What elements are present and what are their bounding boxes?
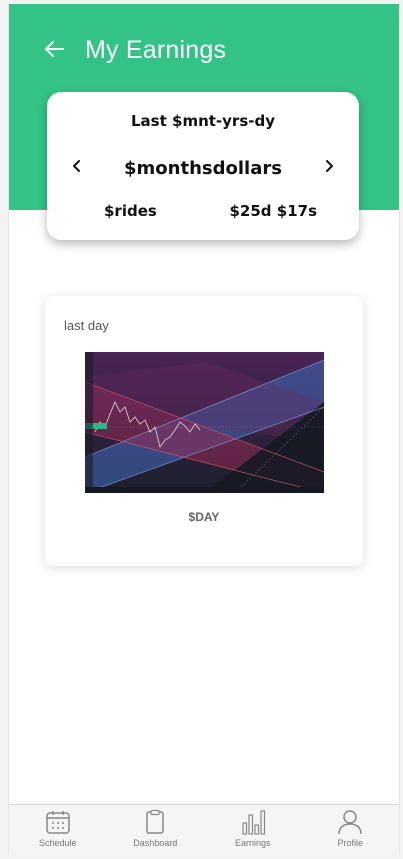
clipboard-icon [146, 809, 164, 834]
drive-duration: $25d $17s [229, 202, 317, 220]
tab-label: Earnings [234, 838, 271, 848]
back-button[interactable] [39, 34, 69, 64]
earnings-amount: $monthsdollars [124, 158, 282, 179]
last-day-card[interactable]: last day $DAY [45, 296, 363, 566]
tab-label: Dashboard [133, 838, 178, 848]
earnings-summary-card: Last $mnt-yrs-dy $monthsdollars $rides $… [47, 92, 359, 240]
calendar-icon [46, 811, 70, 834]
tab-dashboard[interactable]: Dashboard [107, 805, 205, 855]
tab-schedule[interactable]: Schedule [9, 805, 107, 855]
bottom-tab-bar: Schedule Dashboard Earnings Profile [9, 804, 399, 855]
chevron-right-icon [326, 160, 333, 172]
period-label: Last $mnt-yrs-dy [131, 112, 275, 130]
app-screen: My Earnings Last $mnt-yrs-dy $monthsdoll… [8, 4, 400, 855]
rides-count: $rides [104, 202, 157, 220]
tab-earnings[interactable]: Earnings [204, 805, 302, 855]
trading-chart-thumbnail [85, 352, 324, 493]
next-period-button[interactable] [317, 154, 341, 178]
bar-chart-icon [242, 810, 265, 835]
day-earnings: $DAY [188, 510, 220, 524]
page-title: My Earnings [85, 36, 227, 64]
arrow-left-icon [45, 41, 64, 57]
tab-label: Schedule [38, 838, 77, 848]
tab-profile[interactable]: Profile [302, 805, 400, 855]
person-icon [338, 810, 362, 835]
tab-label: Profile [337, 838, 363, 848]
card-label: last day [64, 318, 109, 333]
